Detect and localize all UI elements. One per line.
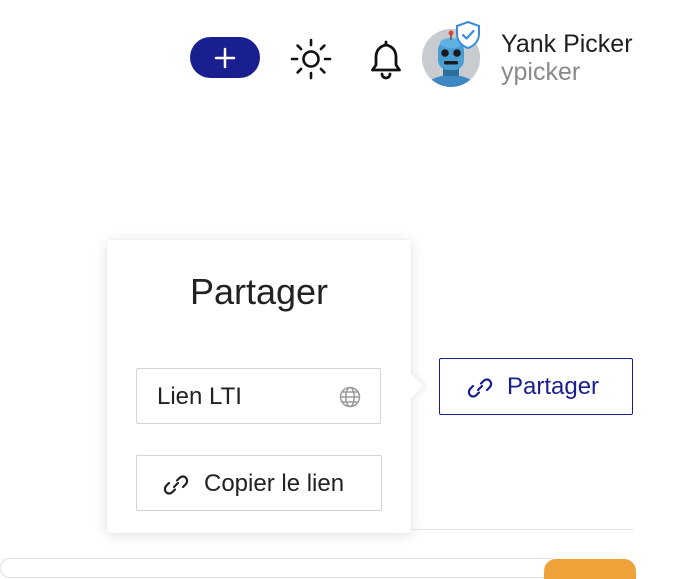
- copy-link-button[interactable]: Copier le lien: [136, 455, 382, 511]
- bell-icon: [371, 40, 401, 80]
- share-button-label: Partager: [507, 373, 600, 400]
- globe-icon: [339, 386, 361, 408]
- user-name: Yank Picker: [501, 30, 633, 58]
- divider: [410, 529, 634, 530]
- theme-toggle-button[interactable]: [288, 36, 334, 82]
- link-icon: [163, 475, 189, 495]
- verified-badge: [455, 20, 481, 50]
- copy-link-label: Copier le lien: [204, 470, 345, 497]
- lti-link-label: Lien LTI: [157, 383, 242, 410]
- bottom-input-field[interactable]: [0, 558, 560, 578]
- popover-title: Partager: [189, 271, 329, 312]
- sun-icon: [290, 38, 332, 80]
- link-icon: [467, 378, 493, 398]
- verified-shield-icon: [456, 20, 480, 50]
- bottom-action-button[interactable]: [544, 559, 636, 579]
- plus-icon: [214, 47, 236, 68]
- share-button[interactable]: Partager: [439, 358, 633, 415]
- notifications-button[interactable]: [364, 38, 408, 82]
- add-button[interactable]: [190, 37, 260, 78]
- user-handle: ypicker: [501, 58, 581, 86]
- lti-link-field[interactable]: Lien LTI: [136, 368, 381, 424]
